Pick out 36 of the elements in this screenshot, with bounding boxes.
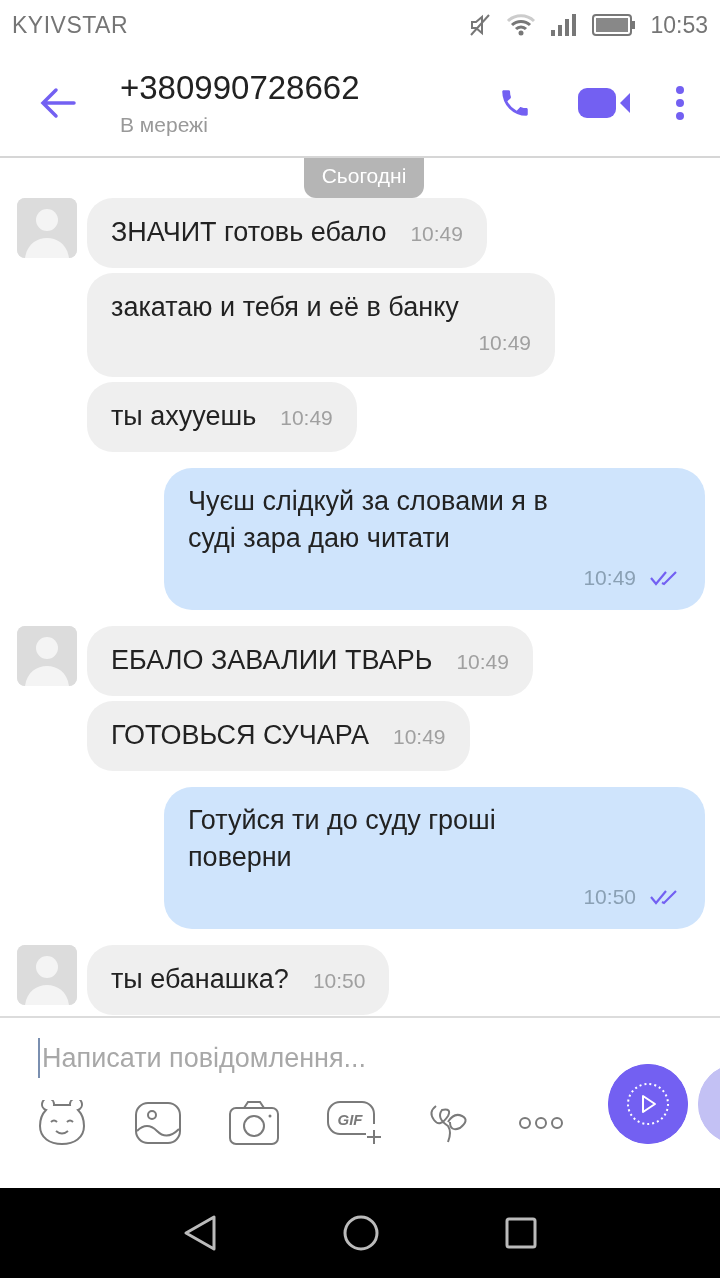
gallery-icon[interactable] [134, 1101, 182, 1145]
more-icon[interactable] [518, 1116, 564, 1130]
message-text: Чуєш слідкуй за словами я в суді зара даю читати [188, 485, 549, 555]
message-text: Готуйся ти до суду гроші поверни [188, 804, 497, 874]
message-text: ЗНАЧИТ готовь ебало [111, 216, 387, 249]
message-text: ЕБАЛО ЗАВАЛИИ ТВАРЬ [111, 644, 433, 677]
mute-icon [468, 13, 493, 37]
message-time: 10:50 [311, 968, 366, 994]
menu-icon[interactable] [674, 85, 686, 121]
battery-icon [592, 14, 637, 36]
signal-icon [550, 13, 579, 37]
message-time: 10:49 [477, 330, 531, 356]
message-time: 10:49 [455, 649, 509, 675]
camera-icon[interactable] [228, 1100, 280, 1146]
message-time: 10:50 [583, 884, 636, 910]
home-icon[interactable] [343, 1215, 379, 1251]
message-time: 10:49 [392, 724, 446, 750]
message-time: 10:49 [409, 221, 463, 247]
clock-time: 10:53 [650, 11, 708, 39]
message-input-field[interactable]: Написати повідомлення... [38, 1038, 578, 1078]
date-separator: Сьогодні [303, 158, 425, 198]
video-message-button[interactable] [608, 1064, 688, 1144]
contact-phone-number: +380990728662 [120, 69, 361, 107]
message-text: ты ахууешь [111, 400, 257, 433]
message-time: 10:49 [279, 405, 333, 431]
online-status: В мережі [120, 113, 209, 137]
bear-face-icon[interactable] [36, 1100, 88, 1146]
message-text: ГОТОВЬСЯ СУЧАРА [111, 719, 369, 752]
recent-apps-icon[interactable] [505, 1217, 537, 1249]
message-time: 10:49 [583, 565, 636, 591]
carrier-name: KYIVSTAR [12, 11, 130, 39]
wifi-icon [506, 13, 537, 37]
message-text: закатаю и тебя и её в банку [111, 291, 459, 324]
back-icon[interactable] [183, 1214, 217, 1252]
video-camera-icon[interactable] [578, 86, 630, 120]
message-text: ты ебанашка? [111, 963, 289, 996]
